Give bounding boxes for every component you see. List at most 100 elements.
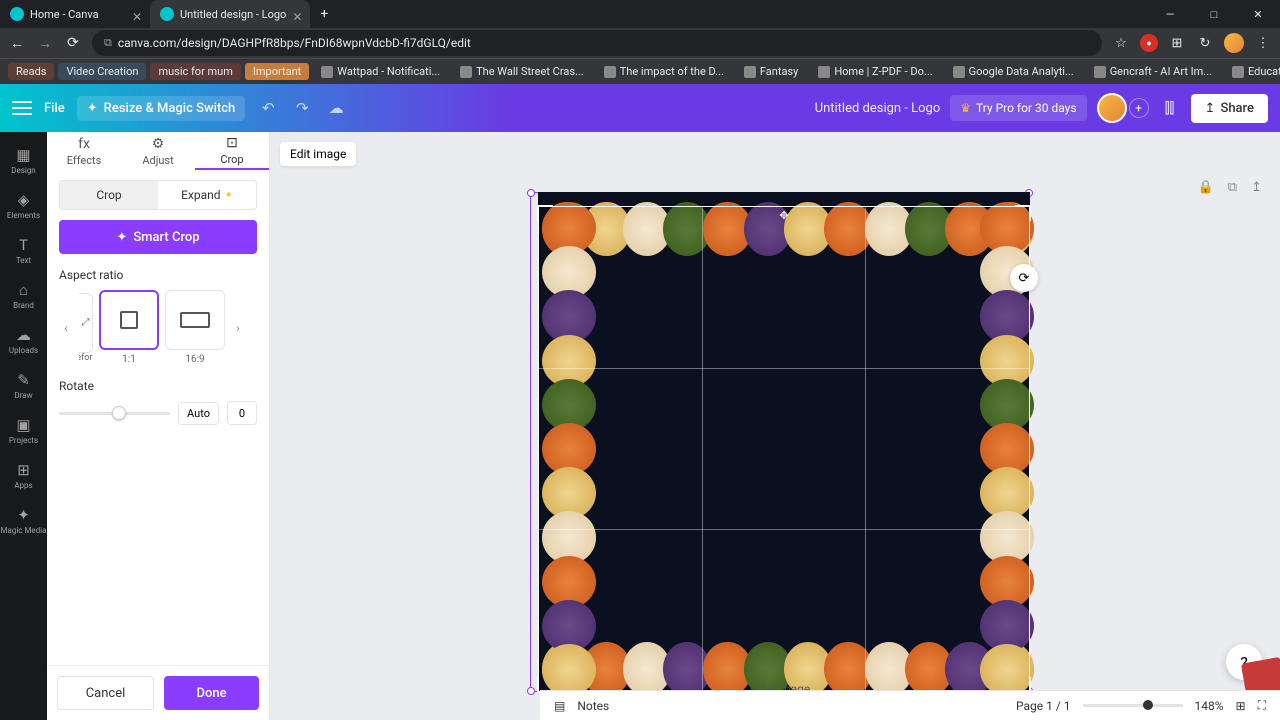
- bookmark[interactable]: The Wall Street Cras...: [452, 63, 592, 80]
- bookmark[interactable]: music for mum: [150, 63, 240, 80]
- crop-icon: ⊡: [226, 135, 238, 151]
- selection-handle[interactable]: [527, 189, 535, 197]
- seg-expand[interactable]: Expand✦: [158, 181, 256, 209]
- menu-icon[interactable]: ⋮: [1254, 34, 1272, 52]
- crop-expand-segment: Crop Expand✦: [59, 180, 257, 210]
- smart-crop-button[interactable]: ✦ Smart Crop: [59, 220, 257, 254]
- bookmark[interactable]: Wattpad - Notificati...: [313, 63, 448, 80]
- magic-media-icon: ✦: [17, 506, 30, 524]
- url-input[interactable]: ⧉ canva.com/design/DAGHPfR8bps/FnDI68wpn…: [92, 30, 1102, 56]
- text-icon: T: [19, 236, 28, 254]
- crop-handle[interactable]: [537, 205, 553, 221]
- page-indicator[interactable]: Page 1 / 1: [1016, 699, 1071, 713]
- history-icon[interactable]: ↻: [1196, 34, 1214, 52]
- bookmarks-bar: Reads Video Creation music for mum Impor…: [0, 58, 1280, 84]
- bookmark[interactable]: Education: [1224, 63, 1280, 80]
- browser-tab-active[interactable]: Untitled design - Logo ✕: [150, 0, 310, 28]
- lock-icon: ⧉: [104, 36, 112, 50]
- bookmark[interactable]: Reads: [8, 63, 54, 80]
- ratio-prev-icon[interactable]: ‹: [59, 321, 73, 335]
- ratio-1-1[interactable]: 1:1: [99, 290, 159, 365]
- ai-star-icon: ✦: [225, 190, 233, 201]
- bookmark[interactable]: Google Data Analyti...: [945, 63, 1082, 80]
- ratio-freeform[interactable]: ⤢eeform: [79, 293, 93, 363]
- notes-icon: ▤: [554, 699, 565, 713]
- bookmark[interactable]: Home | Z-PDF - Do...: [810, 63, 940, 80]
- tab-crop[interactable]: ⊡Crop: [195, 132, 269, 170]
- rail-uploads[interactable]: ☁Uploads: [0, 318, 47, 363]
- window-minimize-icon[interactable]: ―: [1148, 0, 1192, 28]
- extensions-icon[interactable]: ⊞: [1168, 34, 1186, 52]
- user-avatar[interactable]: [1097, 93, 1127, 123]
- url-text: canva.com/design/DAGHPfR8bps/FnDI68wpnVd…: [118, 36, 471, 50]
- design-name[interactable]: Untitled design - Logo: [815, 101, 941, 116]
- cloud-sync-icon[interactable]: ☁: [325, 99, 347, 117]
- profile-avatar[interactable]: [1224, 33, 1244, 53]
- bookmark[interactable]: Gencraft - AI Art Im...: [1086, 63, 1220, 80]
- duplicate-icon[interactable]: ⧉: [1228, 180, 1237, 195]
- export-icon[interactable]: ↥: [1251, 180, 1262, 195]
- resize-magic-button[interactable]: ✦ Resize & Magic Switch: [77, 96, 246, 121]
- rail-draw[interactable]: ✎Draw: [0, 363, 47, 408]
- ratio-next-icon[interactable]: ›: [231, 321, 245, 335]
- crown-icon: ♛: [960, 101, 971, 115]
- rail-elements[interactable]: ◈Elements: [0, 183, 47, 228]
- bookmark[interactable]: Video Creation: [58, 63, 146, 80]
- side-rail: ▦Design ◈Elements TText ⌂Brand ☁Uploads …: [0, 132, 47, 720]
- add-member-button[interactable]: +: [1129, 98, 1149, 118]
- reload-icon[interactable]: ⟳: [64, 34, 82, 52]
- zoom-slider[interactable]: [1083, 704, 1183, 707]
- tab-effects[interactable]: fxEffects: [47, 132, 121, 170]
- share-button[interactable]: ↥ Share: [1191, 94, 1268, 123]
- bookmark[interactable]: The impact of the D...: [596, 63, 732, 80]
- ratio-16-9[interactable]: 16:9: [165, 290, 225, 365]
- notes-button[interactable]: Notes: [577, 699, 609, 713]
- new-tab-button[interactable]: +: [310, 6, 338, 22]
- zoom-thumb[interactable]: [1143, 700, 1153, 710]
- reset-crop-button[interactable]: ⟳: [1010, 264, 1038, 292]
- crop-box[interactable]: ✥: [538, 206, 1030, 692]
- try-pro-button[interactable]: ♛ Try Pro for 30 days: [950, 95, 1086, 121]
- wand-icon: ✦: [116, 230, 127, 245]
- rail-magic-media[interactable]: ✦Magic Media: [0, 498, 47, 543]
- auto-rotate-button[interactable]: Auto: [178, 402, 219, 425]
- bookmark[interactable]: Fantasy: [736, 63, 806, 80]
- design-canvas[interactable]: ✥ ⟳ + Add page ︿: [530, 192, 1030, 692]
- selection-handle[interactable]: [527, 687, 535, 695]
- lock-icon[interactable]: 🔒: [1198, 180, 1214, 195]
- tab-title: Home - Canva: [30, 8, 126, 21]
- file-menu[interactable]: File: [44, 101, 65, 116]
- rail-brand[interactable]: ⌂Brand: [0, 273, 47, 318]
- redo-icon[interactable]: ↷: [291, 99, 313, 117]
- edit-image-button[interactable]: Edit image: [280, 142, 356, 166]
- rotate-degrees-input[interactable]: 0: [227, 401, 257, 425]
- canvas-area[interactable]: Edit image 🔒 ⧉ ↥ ✥: [270, 132, 1280, 720]
- seg-crop[interactable]: Crop: [60, 181, 158, 209]
- grid-view-icon[interactable]: ⊞: [1236, 699, 1246, 713]
- undo-icon[interactable]: ↶: [257, 99, 279, 117]
- bookmark[interactable]: Important: [245, 63, 309, 80]
- window-close-icon[interactable]: ✕: [1236, 0, 1280, 28]
- crop-handle[interactable]: [1015, 205, 1031, 221]
- hamburger-icon[interactable]: [12, 101, 32, 115]
- browser-tab[interactable]: Home - Canva ✕: [0, 0, 150, 28]
- rail-projects[interactable]: ▣Projects: [0, 408, 47, 453]
- analytics-icon[interactable]: ⫿⫿: [1159, 99, 1181, 117]
- done-button[interactable]: Done: [164, 676, 259, 710]
- tab-close-icon[interactable]: ✕: [132, 10, 140, 18]
- zoom-value[interactable]: 148%: [1195, 699, 1224, 713]
- cancel-button[interactable]: Cancel: [57, 676, 154, 710]
- adblock-icon[interactable]: ●: [1140, 34, 1158, 52]
- fullscreen-icon[interactable]: ⛶: [1258, 698, 1266, 713]
- slider-thumb[interactable]: [112, 406, 126, 420]
- forward-icon[interactable]: →: [36, 34, 54, 52]
- star-icon[interactable]: ☆: [1112, 34, 1130, 52]
- rotate-slider[interactable]: [59, 412, 170, 415]
- window-maximize-icon[interactable]: □: [1192, 0, 1236, 28]
- back-icon[interactable]: ←: [8, 34, 26, 52]
- tab-close-icon[interactable]: ✕: [292, 10, 300, 18]
- rail-apps[interactable]: ⊞Apps: [0, 453, 47, 498]
- rail-design[interactable]: ▦Design: [0, 138, 47, 183]
- tab-adjust[interactable]: ⚙Adjust: [121, 132, 195, 170]
- rail-text[interactable]: TText: [0, 228, 47, 273]
